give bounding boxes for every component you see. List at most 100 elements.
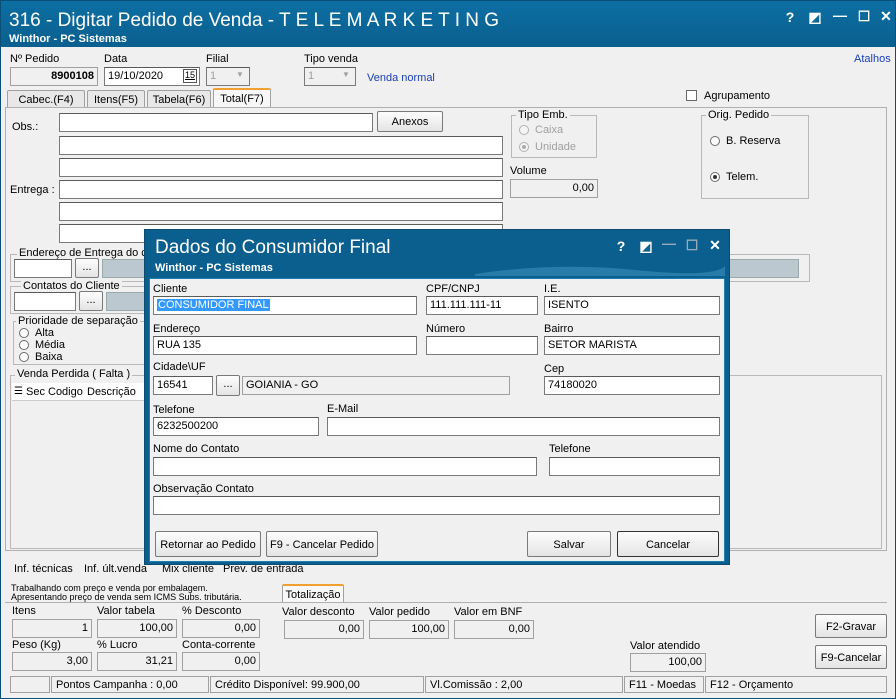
minimize-icon[interactable]: — <box>830 7 850 23</box>
obs-input-2[interactable] <box>59 136 503 155</box>
cancelar-button[interactable]: F9-Cancelar <box>815 645 887 669</box>
telem-label: Telem. <box>726 171 759 183</box>
gravar-button[interactable]: F2-Gravar <box>815 614 887 638</box>
contatos-desc <box>106 292 148 311</box>
contatos-lookup-button[interactable]: ... <box>79 291 103 311</box>
caixa-label: Caixa <box>535 124 564 136</box>
inf-tecnicas-link[interactable]: Inf. técnicas <box>14 563 73 575</box>
pct-lucro-label: % Lucro <box>97 639 138 651</box>
grid-col-codigo[interactable]: Codigo <box>48 386 83 398</box>
cidade-code-input[interactable]: 16541 <box>153 376 213 395</box>
inf-ult-venda-link[interactable]: Inf. últ.venda <box>84 563 147 575</box>
status-pontos: Pontos Campanha : 0,00 <box>51 676 209 693</box>
media-radio[interactable] <box>19 340 29 350</box>
telefone2-input[interactable] <box>549 457 720 476</box>
obs-input-3[interactable] <box>59 158 503 177</box>
endereco-entrega-code[interactable] <box>14 259 72 278</box>
tab-total[interactable]: Total(F7) <box>213 88 271 108</box>
b-reserva-label: B. Reserva <box>726 135 781 147</box>
contatos-code[interactable] <box>14 292 76 311</box>
ie-input[interactable]: ISENTO <box>544 296 720 315</box>
alta-radio[interactable] <box>19 328 29 338</box>
nome-contato-label: Nome do Contato <box>153 443 240 455</box>
cpf-input[interactable]: 111.111.111-11 <box>426 296 538 315</box>
telem-radio[interactable] <box>710 172 720 182</box>
tab-cabec[interactable]: Cabec.(F4) <box>7 90 85 108</box>
pedido-label: Nº Pedido <box>10 53 60 65</box>
atalhos-link[interactable]: Atalhos <box>854 53 891 65</box>
dialog-help-icon[interactable]: ? <box>611 238 631 254</box>
cidade-lookup-button[interactable]: ... <box>216 375 240 396</box>
anexos-button[interactable]: Anexos <box>377 111 443 132</box>
dialog-subtitle: Winthor - PC Sistemas <box>155 262 273 274</box>
close-icon[interactable]: ✕ <box>876 8 896 25</box>
agrupamento-checkbox[interactable] <box>686 90 697 101</box>
endereco-entrega-lookup-button[interactable]: ... <box>75 258 99 278</box>
b-reserva-radio[interactable] <box>710 136 720 146</box>
venda-perdida-label: Venda Perdida ( Falta ) <box>15 368 133 380</box>
dialog-minimize-icon: — <box>662 235 676 251</box>
valor-bnf-label: Valor em BNF <box>454 606 523 618</box>
nome-contato-input[interactable] <box>153 457 537 476</box>
cliente-label: Cliente <box>153 283 188 295</box>
tipo-emb-label: Tipo Emb. <box>516 109 570 121</box>
unidade-radio[interactable] <box>519 142 529 152</box>
calendar-icon[interactable]: 15 <box>183 69 197 83</box>
dialog-title: Dados do Consumidor Final <box>155 237 391 258</box>
cep-label: Cep <box>544 363 565 375</box>
salvar-button[interactable]: Salvar <box>527 531 611 557</box>
tab-tabela[interactable]: Tabela(F6) <box>147 90 211 108</box>
maximize-icon[interactable]: ☐ <box>854 8 874 25</box>
status-moedas[interactable]: F11 - Moedas <box>624 676 704 693</box>
totalizacao-divider <box>5 602 887 603</box>
media-label: Média <box>35 339 65 351</box>
tab-itens[interactable]: Itens(F5) <box>87 90 145 108</box>
obs-label: Obs.: <box>12 121 39 133</box>
help-icon[interactable]: ? <box>780 9 800 25</box>
dialog-restore-icon[interactable]: ◩ <box>636 238 656 255</box>
grid-col-descricao[interactable]: Descrição <box>87 386 136 398</box>
status-orcamento[interactable]: F12 - Orçamento <box>705 676 887 693</box>
tab-totalizacao[interactable]: Totalização <box>282 584 344 603</box>
cancelar-pedido-button[interactable]: F9 - Cancelar Pedido <box>266 531 378 557</box>
numero-input[interactable] <box>426 336 538 355</box>
volume-label: Volume <box>510 165 547 177</box>
orig-pedido-group <box>701 115 809 199</box>
retornar-pedido-button[interactable]: Retornar ao Pedido <box>155 531 261 557</box>
numero-label: Número <box>426 323 466 335</box>
grid-col-sec[interactable]: Sec <box>26 386 45 398</box>
restore-icon[interactable]: ◩ <box>805 9 825 26</box>
venda-perdida-grid-header: ☰ Sec Codigo Descrição <box>12 383 148 401</box>
email-input[interactable] <box>327 417 720 436</box>
baixa-radio[interactable] <box>19 352 29 362</box>
cidade-label: Cidade\UF <box>153 361 206 373</box>
unidade-label: Unidade <box>535 141 576 153</box>
orig-pedido-label: Orig. Pedido <box>706 109 772 121</box>
obs-input-1[interactable] <box>59 113 373 132</box>
endereco-input[interactable]: RUA 135 <box>153 336 417 355</box>
entrega-input-1[interactable] <box>59 180 503 199</box>
agrupamento-label: Agrupamento <box>704 90 771 102</box>
pct-desconto-field: 0,00 <box>182 619 260 638</box>
entrega-input-2[interactable] <box>59 202 503 221</box>
dialog-cancelar-button[interactable]: Cancelar <box>617 531 719 557</box>
title-bar[interactable]: 316 - Digitar Pedido de Venda - T E L E … <box>1 1 895 47</box>
conta-corrente-field: 0,00 <box>182 652 260 671</box>
grid-menu-icon[interactable]: ☰ <box>14 386 23 397</box>
valor-pedido-label: Valor pedido <box>369 606 430 618</box>
prioridade-group <box>13 321 145 365</box>
valor-atendido-field: 100,00 <box>630 653 706 672</box>
dialog-close-icon[interactable]: ✕ <box>705 237 725 254</box>
valor-bnf-field: 0,00 <box>454 620 534 639</box>
bairro-input[interactable]: SETOR MARISTA <box>544 336 720 355</box>
caixa-radio[interactable] <box>519 125 529 135</box>
itens-label: Itens <box>12 605 36 617</box>
alta-label: Alta <box>35 327 54 339</box>
telefone-input[interactable]: 6232500200 <box>153 417 319 436</box>
cep-input[interactable]: 74180020 <box>544 376 720 395</box>
data-label: Data <box>104 53 128 65</box>
ie-label: I.E. <box>544 283 561 295</box>
volume-field: 0,00 <box>510 179 598 198</box>
cliente-input[interactable]: CONSUMIDOR FINAL <box>153 296 417 315</box>
obs-contato-input[interactable] <box>153 496 720 515</box>
